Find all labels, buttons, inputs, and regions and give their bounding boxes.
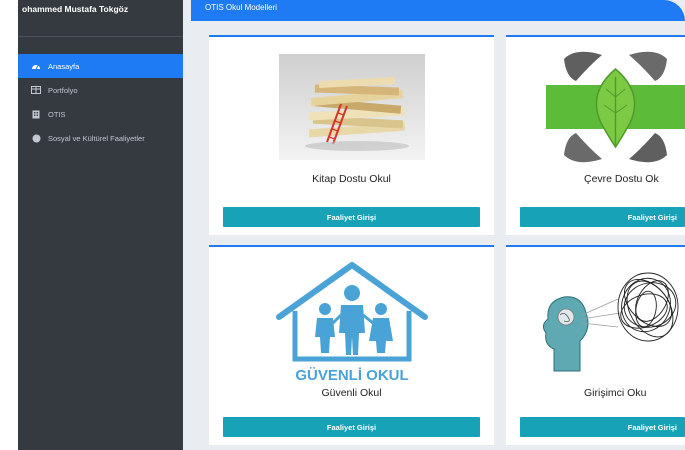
- card-guvenli-okul: GÜVENLİ OKUL Güvenli Okul Faaliyet Giriş…: [209, 245, 494, 445]
- card-girisimci-okul: Girişimci Oku Faaliyet Girişi: [506, 245, 685, 445]
- sidebar: ohammed Mustafa Tokgöz Anasayfa Portfoly…: [18, 0, 183, 450]
- card-title: Girişimci Oku: [584, 387, 647, 399]
- card-title: Güvenli Okul: [321, 387, 382, 399]
- section-header: OTIS Okul Modelleri: [191, 0, 685, 21]
- leaf-hands-image: [506, 47, 685, 167]
- faaliyet-girisi-button[interactable]: Faaliyet Girişi: [223, 207, 480, 227]
- logo-text: GÜVENLİ OKUL: [295, 367, 408, 384]
- table-icon: [30, 86, 42, 94]
- sidebar-item-label: OTIS: [48, 109, 66, 119]
- safe-school-logo: GÜVENLİ OKUL: [209, 253, 494, 393]
- sidebar-item-portfolyo[interactable]: Portfolyo: [18, 78, 183, 102]
- books-stack-image: [209, 47, 494, 167]
- sidebar-nav: Anasayfa Portfolyo OTIS Sosyal ve Kültür…: [18, 54, 183, 150]
- window-edge: [0, 0, 18, 450]
- main-content: OTIS Okul Modelleri Kitap Dostu Okul Faa…: [183, 0, 685, 450]
- building-icon: [30, 110, 42, 119]
- faaliyet-girisi-button[interactable]: Faaliyet Girişi: [223, 417, 480, 437]
- sidebar-divider: [18, 36, 183, 37]
- sidebar-item-label: Anasayfa: [48, 61, 80, 71]
- faaliyet-girisi-button[interactable]: Faaliyet Girişi: [520, 207, 685, 227]
- card-title: Çevre Dostu Ok: [584, 173, 659, 185]
- dashboard-icon: [30, 62, 42, 70]
- user-name[interactable]: ohammed Mustafa Tokgöz: [22, 4, 128, 14]
- circle-icon: [30, 134, 42, 143]
- faaliyet-girisi-button[interactable]: Faaliyet Girişi: [520, 417, 685, 437]
- card-title: Kitap Dostu Okul: [312, 173, 391, 185]
- section-title: OTIS Okul Modelleri: [205, 3, 278, 12]
- card-cevre-dostu-okul: Çevre Dostu Ok Faaliyet Girişi: [506, 35, 685, 235]
- sidebar-item-otis[interactable]: OTIS: [18, 102, 183, 126]
- sidebar-item-anasayfa[interactable]: Anasayfa: [18, 54, 183, 78]
- head-scribble-image: [506, 257, 685, 377]
- card-kitap-dostu-okul: Kitap Dostu Okul Faaliyet Girişi: [209, 35, 494, 235]
- sidebar-item-label: Portfolyo: [48, 85, 78, 95]
- sidebar-item-label: Sosyal ve Kültürel Faaliyetler: [48, 133, 145, 143]
- sidebar-item-sosyal-kulturel[interactable]: Sosyal ve Kültürel Faaliyetler: [18, 126, 183, 150]
